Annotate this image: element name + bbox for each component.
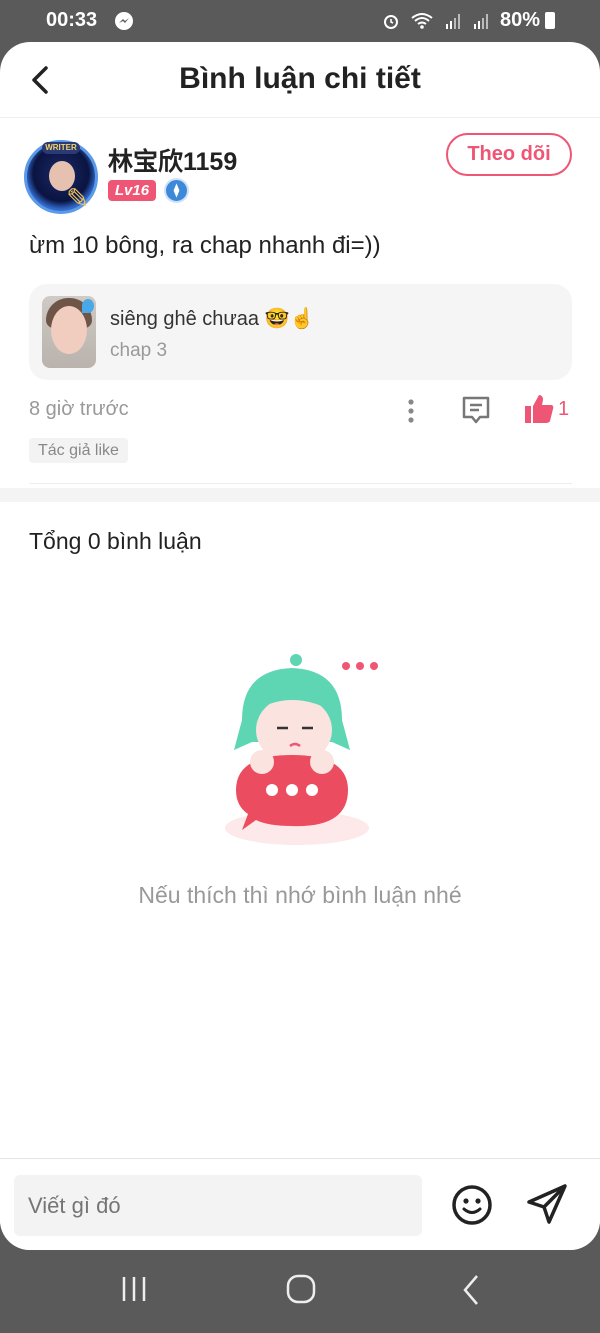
like-icon[interactable] — [522, 392, 556, 426]
chapter-card[interactable]: siêng ghê chưaa 🤓☝️ chap 3 — [29, 284, 572, 380]
section-divider — [0, 488, 600, 502]
signal-icon — [445, 13, 460, 29]
comment-input-bar — [0, 1158, 600, 1250]
alarm-icon — [383, 14, 398, 29]
status-time: 00:33 — [46, 9, 98, 31]
follow-button[interactable]: Theo dõi — [446, 133, 572, 176]
emoji-icon[interactable] — [450, 1183, 494, 1227]
recent-apps-icon[interactable] — [120, 1274, 148, 1304]
nav-back-icon[interactable] — [460, 1272, 482, 1308]
comment-time: 8 giờ trước — [29, 398, 129, 420]
status-icons: 80% — [382, 9, 554, 32]
home-icon[interactable] — [285, 1273, 317, 1305]
divider — [29, 483, 572, 484]
battery-icon — [545, 12, 555, 29]
comment-text: ừm 10 bông, ra chap nhanh đi=)) — [29, 232, 381, 259]
header: Bình luận chi tiết — [0, 42, 600, 118]
signal-icon-2 — [473, 13, 488, 29]
wifi-icon — [411, 12, 433, 29]
reply-icon[interactable] — [460, 394, 492, 426]
more-options-icon[interactable] — [402, 398, 420, 424]
page-title: Bình luận chi tiết — [179, 62, 421, 95]
username[interactable]: 林宝欣1159 — [108, 142, 237, 178]
battery-level: 80% — [499, 9, 540, 31]
system-nav-bar — [0, 1250, 600, 1333]
messenger-icon — [115, 12, 133, 30]
status-bar: 00:33 80% — [0, 0, 600, 42]
pen-icon: ✎ — [66, 183, 90, 214]
chapter-title: siêng ghê chưaa 🤓☝️ — [110, 308, 315, 330]
verified-icon — [164, 178, 189, 203]
chapter-subtitle: chap 3 — [110, 340, 168, 361]
like-count: 1 — [558, 398, 570, 420]
comment-input[interactable] — [14, 1175, 422, 1236]
author-like-badge: Tác giả like — [29, 438, 128, 463]
empty-state-text: Nếu thích thì nhớ bình luận nhé — [138, 882, 462, 908]
send-icon[interactable] — [524, 1181, 570, 1227]
app-screen: Bình luận chi tiết WRITER ✎ 林宝欣1159 Lv16… — [0, 42, 600, 1250]
chapter-thumbnail — [42, 296, 96, 368]
writer-badge: WRITER — [42, 142, 80, 154]
replies-total: Tổng 0 bình luận — [29, 528, 202, 554]
level-badge: Lv16 — [108, 180, 156, 201]
empty-state-illustration — [225, 654, 378, 845]
